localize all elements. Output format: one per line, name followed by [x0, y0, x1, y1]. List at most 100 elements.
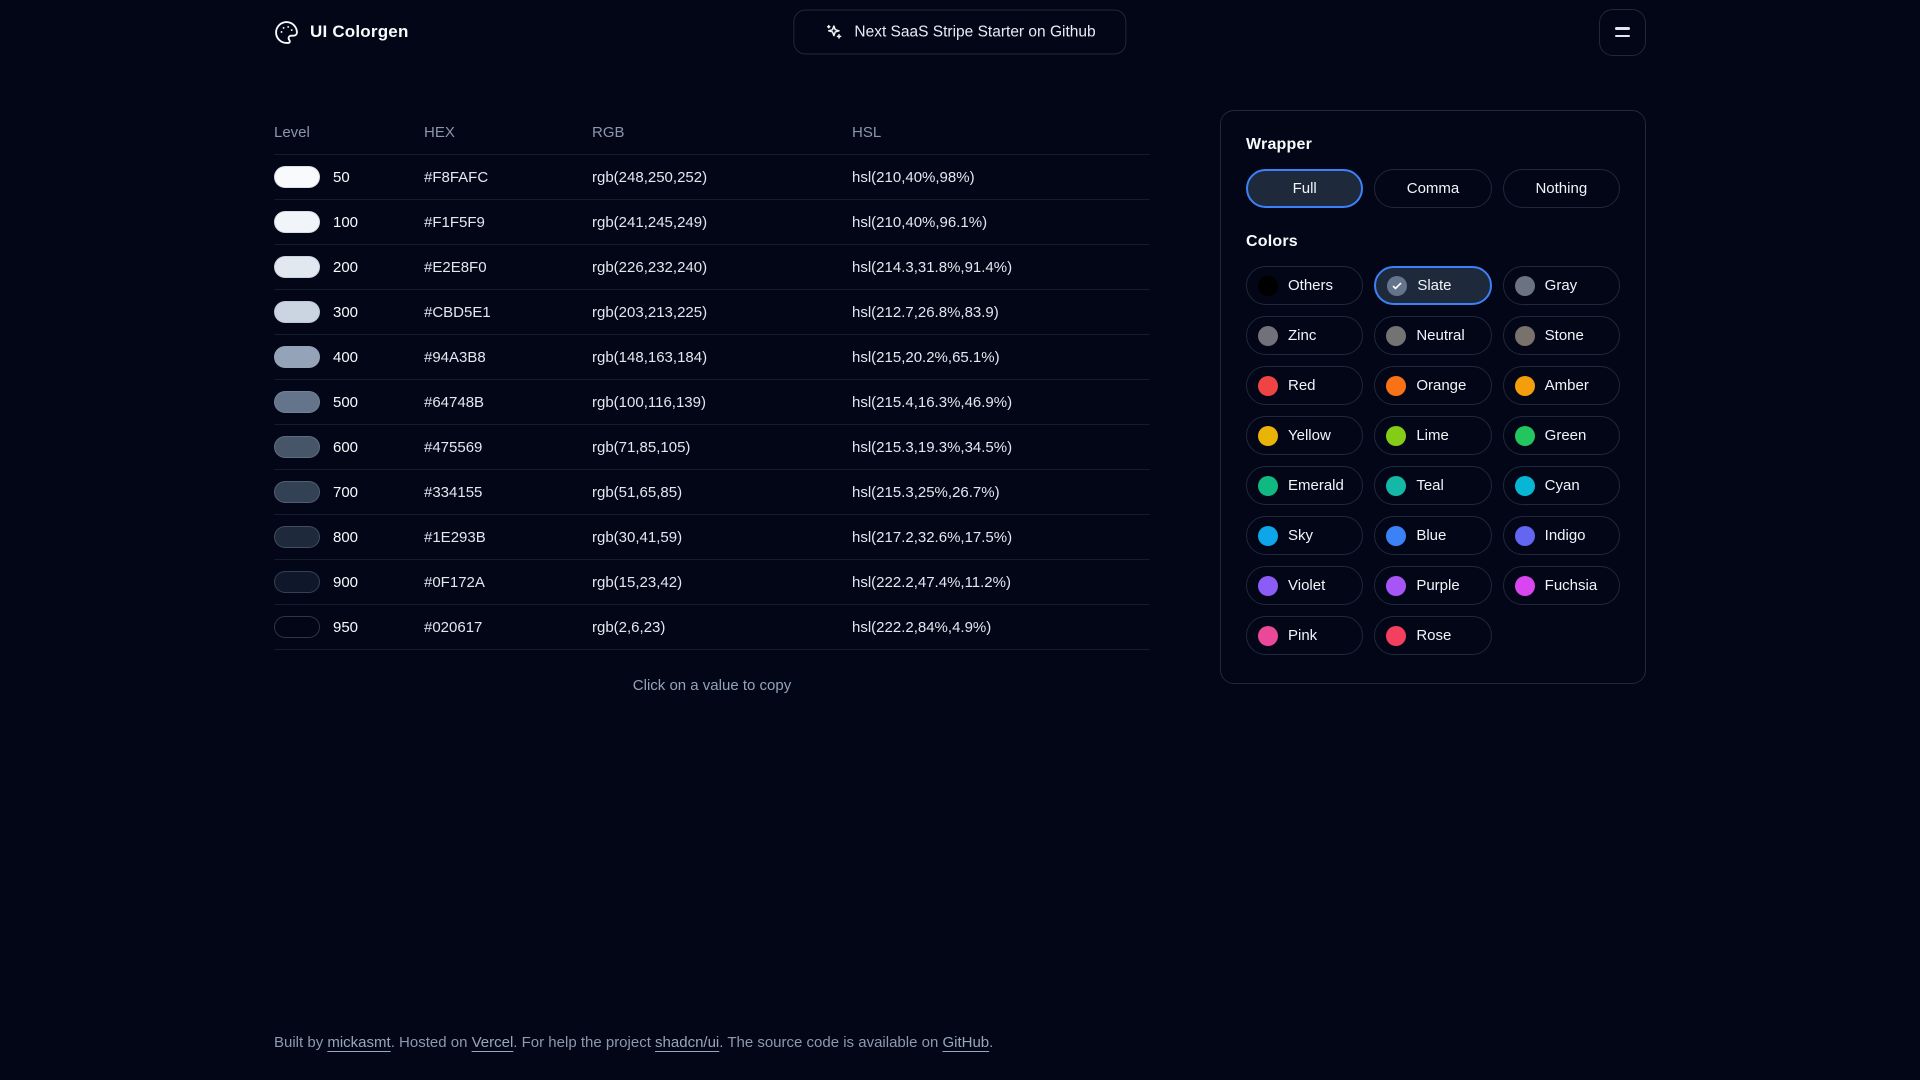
- color-option-violet[interactable]: Violet: [1246, 566, 1363, 605]
- color-option-lime[interactable]: Lime: [1374, 416, 1491, 455]
- color-option-amber[interactable]: Amber: [1503, 366, 1620, 405]
- color-option-label: Yellow: [1288, 427, 1331, 444]
- wrapper-option-full[interactable]: Full: [1246, 169, 1363, 208]
- wrapper-option-comma[interactable]: Comma: [1374, 169, 1491, 208]
- color-option-purple[interactable]: Purple: [1374, 566, 1491, 605]
- footer-link[interactable]: Vercel: [472, 1034, 514, 1051]
- color-option-red[interactable]: Red: [1246, 366, 1363, 405]
- menu-button[interactable]: [1599, 9, 1646, 56]
- color-swatch: [274, 391, 320, 413]
- hsl-value[interactable]: hsl(222.2,47.4%,11.2%): [852, 574, 1150, 591]
- level-cell: 100: [274, 211, 424, 233]
- rgb-value[interactable]: rgb(51,65,85): [592, 484, 852, 501]
- hex-value[interactable]: #94A3B8: [424, 349, 592, 366]
- rgb-value[interactable]: rgb(241,245,249): [592, 214, 852, 231]
- footer-link[interactable]: GitHub: [942, 1034, 989, 1051]
- rgb-value[interactable]: rgb(15,23,42): [592, 574, 852, 591]
- color-option-green[interactable]: Green: [1503, 416, 1620, 455]
- rgb-value[interactable]: rgb(203,213,225): [592, 304, 852, 321]
- color-swatch: [274, 616, 320, 638]
- color-option-cyan[interactable]: Cyan: [1503, 466, 1620, 505]
- hsl-value[interactable]: hsl(210,40%,96.1%): [852, 214, 1150, 231]
- color-option-indigo[interactable]: Indigo: [1503, 516, 1620, 555]
- rgb-value[interactable]: rgb(226,232,240): [592, 259, 852, 276]
- color-option-others[interactable]: Others: [1246, 266, 1363, 305]
- color-option-label: Cyan: [1545, 477, 1580, 494]
- table-header-row: Level HEX RGB HSL: [274, 110, 1150, 155]
- column-header-level: Level: [274, 124, 424, 141]
- hsl-value[interactable]: hsl(215.3,25%,26.7%): [852, 484, 1150, 501]
- color-option-label: Purple: [1416, 577, 1459, 594]
- hex-value[interactable]: #64748B: [424, 394, 592, 411]
- color-dot-icon: [1515, 526, 1535, 546]
- hex-value[interactable]: #F8FAFC: [424, 169, 592, 186]
- color-option-label: Sky: [1288, 527, 1313, 544]
- hex-value[interactable]: #1E293B: [424, 529, 592, 546]
- level-cell: 800: [274, 526, 424, 548]
- rgb-value[interactable]: rgb(248,250,252): [592, 169, 852, 186]
- color-table-body: 50#F8FAFCrgb(248,250,252)hsl(210,40%,98%…: [274, 155, 1150, 650]
- rgb-value[interactable]: rgb(148,163,184): [592, 349, 852, 366]
- color-option-neutral[interactable]: Neutral: [1374, 316, 1491, 355]
- color-option-emerald[interactable]: Emerald: [1246, 466, 1363, 505]
- hex-value[interactable]: #E2E8F0: [424, 259, 592, 276]
- color-swatch: [274, 346, 320, 368]
- hex-value[interactable]: #475569: [424, 439, 592, 456]
- hex-value[interactable]: #0F172A: [424, 574, 592, 591]
- table-row: 950#020617rgb(2,6,23)hsl(222.2,84%,4.9%): [274, 605, 1150, 650]
- hsl-value[interactable]: hsl(212.7,26.8%,83.9): [852, 304, 1150, 321]
- color-option-stone[interactable]: Stone: [1503, 316, 1620, 355]
- level-cell: 950: [274, 616, 424, 638]
- level-label: 700: [333, 484, 358, 501]
- hsl-value[interactable]: hsl(217.2,32.6%,17.5%): [852, 529, 1150, 546]
- color-option-pink[interactable]: Pink: [1246, 616, 1363, 655]
- hex-value[interactable]: #F1F5F9: [424, 214, 592, 231]
- footer-link[interactable]: mickasmt: [327, 1034, 390, 1051]
- hex-value[interactable]: #020617: [424, 619, 592, 636]
- rgb-value[interactable]: rgb(30,41,59): [592, 529, 852, 546]
- hex-value[interactable]: #334155: [424, 484, 592, 501]
- wrapper-option-nothing[interactable]: Nothing: [1503, 169, 1620, 208]
- check-icon: [1387, 276, 1407, 296]
- color-option-fuchsia[interactable]: Fuchsia: [1503, 566, 1620, 605]
- rgb-value[interactable]: rgb(71,85,105): [592, 439, 852, 456]
- color-option-zinc[interactable]: Zinc: [1246, 316, 1363, 355]
- hsl-value[interactable]: hsl(215.3,19.3%,34.5%): [852, 439, 1150, 456]
- color-option-sky[interactable]: Sky: [1246, 516, 1363, 555]
- level-cell: 700: [274, 481, 424, 503]
- color-swatch: [274, 166, 320, 188]
- menu-icon: [1615, 27, 1630, 37]
- color-dot-icon: [1258, 526, 1278, 546]
- hsl-value[interactable]: hsl(214.3,31.8%,91.4%): [852, 259, 1150, 276]
- color-option-blue[interactable]: Blue: [1374, 516, 1491, 555]
- color-option-yellow[interactable]: Yellow: [1246, 416, 1363, 455]
- level-label: 300: [333, 304, 358, 321]
- footer-link[interactable]: shadcn/ui: [655, 1034, 719, 1051]
- color-option-orange[interactable]: Orange: [1374, 366, 1491, 405]
- table-row: 900 #0F172Argb(15,23,42)hsl(222.2,47.4%,1…: [274, 560, 1150, 605]
- color-dot-icon: [1386, 326, 1406, 346]
- hsl-value[interactable]: hsl(222.2,84%,4.9%): [852, 619, 1150, 636]
- color-option-slate[interactable]: Slate: [1374, 266, 1491, 305]
- brand[interactable]: UI Colorgen: [274, 20, 409, 45]
- hex-value[interactable]: #CBD5E1: [424, 304, 592, 321]
- level-label: 900: [333, 574, 358, 591]
- level-label: 400: [333, 349, 358, 366]
- level-cell: 900: [274, 571, 424, 593]
- table-row: 600#475569rgb(71,85,105)hsl(215.3,19.3%,…: [274, 425, 1150, 470]
- hsl-value[interactable]: hsl(210,40%,98%): [852, 169, 1150, 186]
- hsl-value[interactable]: hsl(215.4,16.3%,46.9%): [852, 394, 1150, 411]
- color-option-gray[interactable]: Gray: [1503, 266, 1620, 305]
- rgb-value[interactable]: rgb(2,6,23): [592, 619, 852, 636]
- rgb-value[interactable]: rgb(100,116,139): [592, 394, 852, 411]
- color-option-teal[interactable]: Teal: [1374, 466, 1491, 505]
- color-dot-icon: [1258, 476, 1278, 496]
- color-option-rose[interactable]: Rose: [1374, 616, 1491, 655]
- footer: Built by mickasmt. Hosted on Vercel. For…: [0, 1034, 1920, 1080]
- color-dot-icon: [1258, 276, 1278, 296]
- table-row: 500#64748Brgb(100,116,139)hsl(215.4,16.3…: [274, 380, 1150, 425]
- hsl-value[interactable]: hsl(215,20.2%,65.1%): [852, 349, 1150, 366]
- color-option-label: Slate: [1417, 277, 1451, 294]
- color-dot-icon: [1515, 326, 1535, 346]
- promo-github-button[interactable]: Next SaaS Stripe Starter on Github: [793, 10, 1126, 55]
